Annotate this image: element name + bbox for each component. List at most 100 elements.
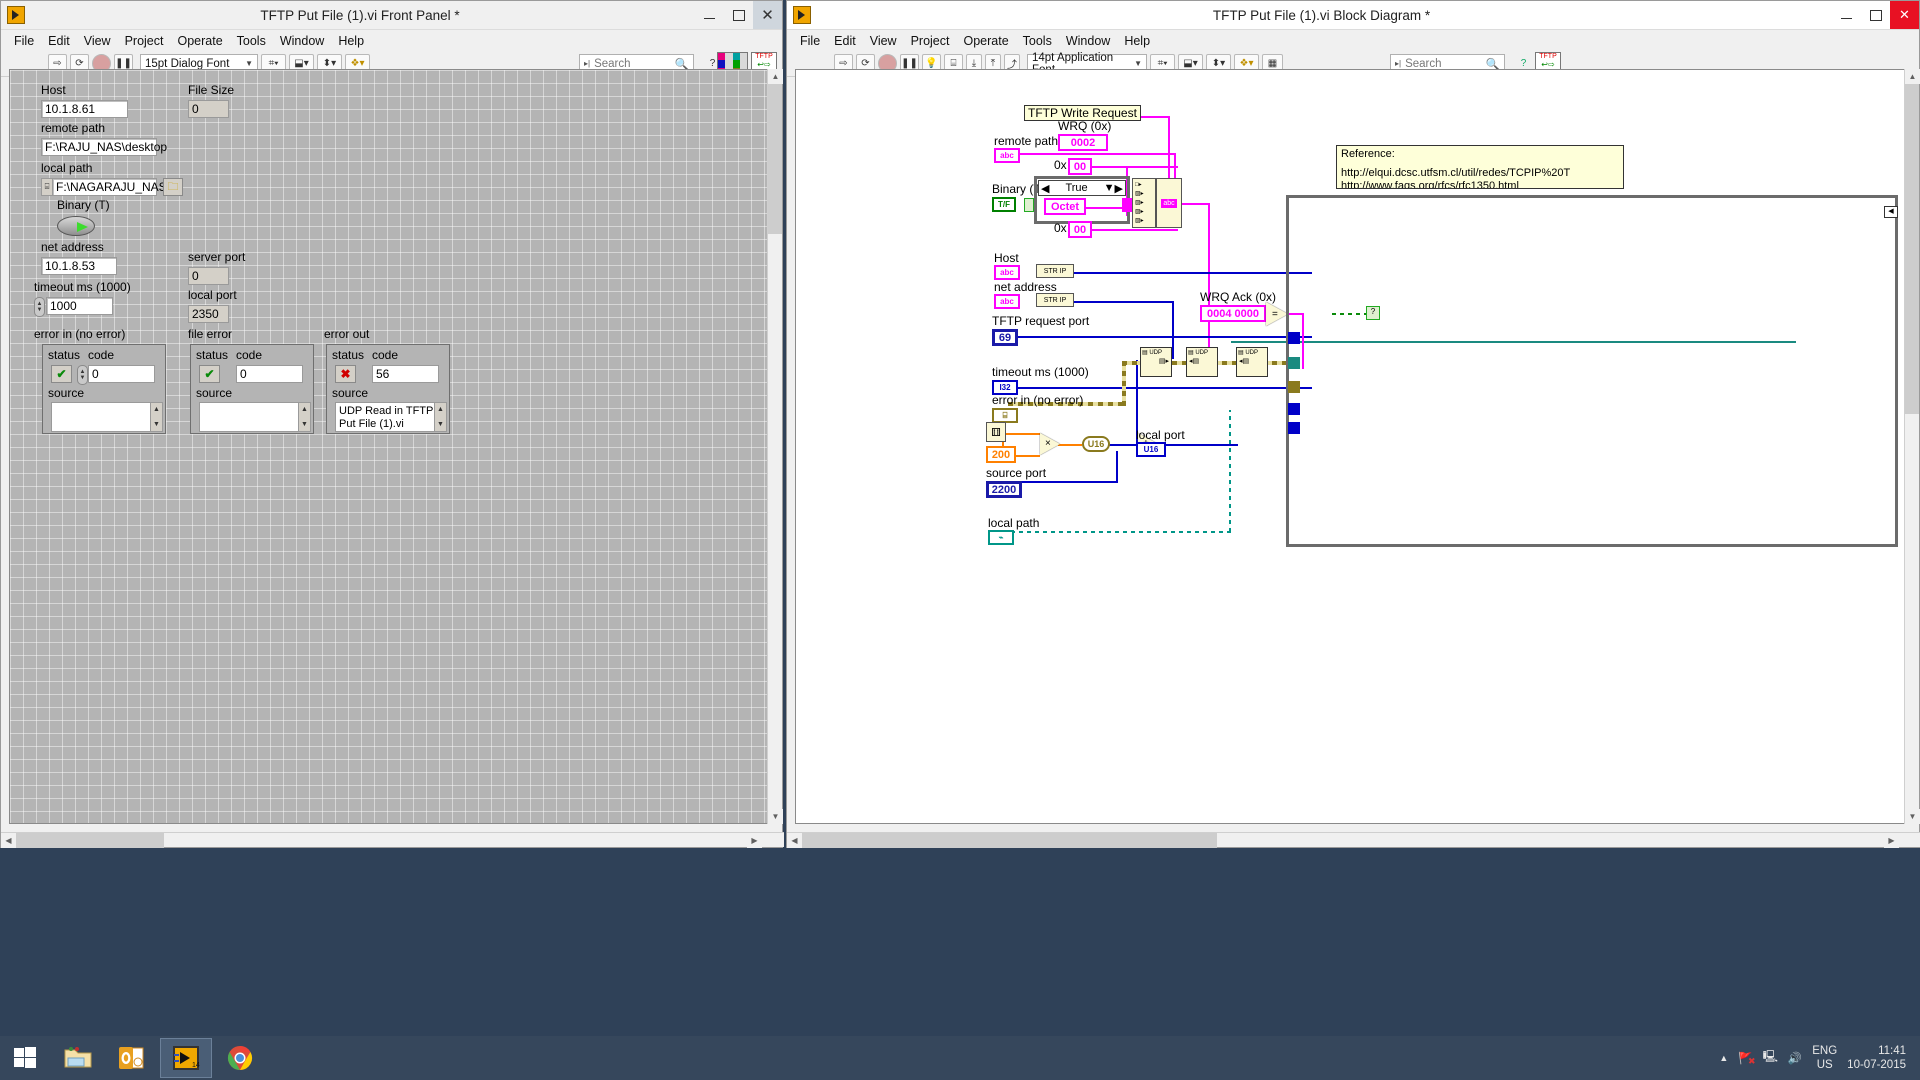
scroll-thumb[interactable] — [768, 84, 782, 234]
scroll-up-icon[interactable]: ▲ — [768, 69, 783, 84]
network-error-icon[interactable]: 🚩 ✖ — [1738, 1051, 1755, 1066]
concatenate-strings-node[interactable]: abc — [1156, 178, 1182, 228]
error-in-source-value[interactable]: ▲ ▼ — [51, 402, 163, 432]
menu-operate[interactable]: Operate — [170, 32, 229, 50]
error-out-source-scrollbar[interactable]: ▲ ▼ — [434, 403, 446, 431]
menu-edit[interactable]: Edit — [41, 32, 77, 50]
error-out-cluster[interactable]: status code ✖ 56 source UDP Read in TFTP… — [326, 344, 450, 434]
taskbar-item-labview[interactable]: 14 — [160, 1038, 212, 1078]
wrq-constant[interactable]: 0002 — [1058, 134, 1108, 151]
hex-constant-2[interactable]: 00 — [1068, 221, 1092, 238]
system-tray[interactable]: ▲ 🚩 ✖ 🖳 🔊 ENG US 11:41 10-07-2015 — [1719, 1044, 1920, 1072]
minimize-button[interactable] — [695, 1, 724, 29]
case-prev-arrow-icon[interactable]: ◀ — [1041, 182, 1049, 195]
scroll-left-icon[interactable]: ◀ — [1, 833, 16, 848]
udp-write-node[interactable]: ▤ UDP ◂▤ — [1186, 347, 1218, 377]
menu-edit[interactable]: Edit — [827, 32, 863, 50]
u16-conversion-node[interactable]: U16 — [1082, 436, 1110, 452]
block-diagram-window[interactable]: TFTP Put File (1).vi Block Diagram * ✕ F… — [786, 0, 1920, 848]
clock[interactable]: 11:41 10-07-2015 — [1847, 1044, 1906, 1072]
scroll-right-icon[interactable]: ▶ — [1884, 833, 1899, 848]
menu-window[interactable]: Window — [1059, 32, 1117, 50]
volume-icon[interactable]: 🔊 — [1788, 1051, 1802, 1065]
scroll-left-icon[interactable]: ◀ — [787, 833, 802, 848]
case-selector-header[interactable]: ◀ True ▼ ▶ — [1038, 180, 1126, 196]
front-panel-menubar[interactable]: File Edit View Project Operate Tools Win… — [1, 30, 782, 51]
error-out-source-value[interactable]: UDP Read in TFTP Put File (1).vi ▲ ▼ — [335, 402, 447, 432]
menu-project[interactable]: Project — [904, 32, 957, 50]
taskbar-item-chrome[interactable] — [214, 1038, 266, 1078]
scroll-thumb-h[interactable] — [16, 833, 164, 848]
block-diagram-canvas[interactable]: TFTP Write Request WRQ (0x) 0002 remote … — [795, 69, 1905, 824]
block-diagram-menubar[interactable]: File Edit View Project Operate Tools Win… — [787, 30, 1919, 51]
taskbar-item-outlook[interactable] — [106, 1038, 158, 1078]
scroll-right-icon[interactable]: ▶ — [747, 833, 762, 848]
binary-toggle[interactable] — [57, 216, 95, 236]
close-button[interactable]: ✕ — [753, 1, 782, 29]
reference-comment[interactable]: Reference: http://elqui.dcsc.utfsm.cl/ut… — [1336, 145, 1624, 189]
front-panel-vertical-scrollbar[interactable]: ▲ ▼ — [767, 69, 783, 824]
block-diagram-vertical-scrollbar[interactable]: ▲ ▼ — [1904, 69, 1920, 824]
local-port-terminal[interactable]: U16 — [1136, 442, 1166, 457]
timeout-input[interactable]: 1000 — [46, 297, 113, 315]
net-address-input[interactable]: 10.1.8.53 — [41, 257, 117, 275]
show-hidden-icons-icon[interactable]: ▲ — [1719, 1053, 1728, 1063]
udp-open-node[interactable]: ▤ UDP ▤▸ — [1140, 347, 1172, 377]
while-loop-structure[interactable] — [1286, 195, 1898, 547]
front-panel-horizontal-scrollbar[interactable]: ◀ ▶ — [1, 832, 784, 848]
menu-operate[interactable]: Operate — [956, 32, 1015, 50]
close-button[interactable]: ✕ — [1890, 1, 1919, 29]
maximize-button[interactable] — [1861, 1, 1890, 29]
block-diagram-titlebar[interactable]: TFTP Put File (1).vi Block Diagram * ✕ — [787, 1, 1919, 30]
file-error-cluster[interactable]: status code ✔ 0 source ▲ ▼ — [190, 344, 314, 434]
file-error-source-value[interactable]: ▲ ▼ — [199, 402, 311, 432]
front-panel-window-buttons[interactable]: ✕ — [695, 1, 782, 29]
taskbar-item-file-explorer[interactable] — [52, 1038, 104, 1078]
tftp-request-port-constant[interactable]: 69 — [992, 329, 1018, 346]
chevron-down-icon[interactable]: ▼ — [1104, 182, 1115, 194]
udp-read-node[interactable]: ▤ UDP ◂▤ — [1236, 347, 1268, 377]
host-terminal[interactable]: abc — [994, 265, 1020, 280]
maximize-button[interactable] — [724, 1, 753, 29]
case-next-arrow-icon[interactable]: ▶ — [1115, 182, 1123, 195]
loop-scroll-handle[interactable]: ◀ — [1884, 206, 1898, 218]
menu-file[interactable]: File — [7, 32, 41, 50]
menu-help[interactable]: Help — [1117, 32, 1157, 50]
build-array-node[interactable]: □▸ ▨▸ ▨▸ ▨▸ ▨▸ — [1132, 178, 1156, 228]
error-in-cluster[interactable]: status code ✔ ▲ ▼ 0 source ▲ ▼ — [42, 344, 166, 434]
remote-path-terminal[interactable]: abc — [994, 148, 1020, 163]
menu-window[interactable]: Window — [273, 32, 331, 50]
source-port-constant[interactable]: 2200 — [986, 481, 1022, 498]
minimize-button[interactable] — [1832, 1, 1861, 29]
local-path-terminal[interactable]: ⌁ — [988, 530, 1014, 545]
front-panel-window[interactable]: TFTP Put File (1).vi Front Panel * ✕ Fil… — [0, 0, 784, 848]
menu-tools[interactable]: Tools — [1016, 32, 1059, 50]
scroll-thumb[interactable] — [1905, 84, 1919, 414]
hex-constant-1[interactable]: 00 — [1068, 158, 1092, 175]
string-to-ip-node-1[interactable]: STR IP — [1036, 264, 1074, 278]
browse-folder-button[interactable]: 🗀 — [163, 178, 183, 196]
wrq-ack-constant[interactable]: 0004 0000 — [1200, 305, 1266, 322]
random-number-node[interactable]: ⚅ — [986, 422, 1006, 442]
net-address-terminal[interactable]: abc — [994, 294, 1020, 309]
string-to-ip-node-2[interactable]: STR IP — [1036, 293, 1074, 307]
local-path-input[interactable]: F:\NAGARAJU_NAS\ — [52, 178, 170, 196]
scroll-thumb-h[interactable] — [802, 833, 1217, 848]
language-indicator[interactable]: ENG US — [1812, 1044, 1837, 1072]
front-panel-canvas[interactable]: Host 10.1.8.61 File Size 0 remote path F… — [9, 69, 769, 824]
multiplier-constant[interactable]: 200 — [986, 446, 1016, 463]
monitor-icon[interactable]: 🖳 — [1763, 1049, 1778, 1068]
error-in-code-spinner[interactable]: ▲ ▼ — [77, 365, 88, 385]
menu-view[interactable]: View — [863, 32, 904, 50]
block-diagram-horizontal-scrollbar[interactable]: ◀ ▶ — [787, 832, 1920, 848]
scroll-up-icon[interactable]: ▲ — [1905, 69, 1920, 84]
octet-constant[interactable]: Octet — [1044, 198, 1086, 215]
menu-view[interactable]: View — [77, 32, 118, 50]
binary-terminal[interactable]: T/F — [992, 197, 1016, 212]
menu-project[interactable]: Project — [118, 32, 171, 50]
remote-path-input[interactable]: F:\RAJU_NAS\desktop — [41, 138, 167, 156]
menu-tools[interactable]: Tools — [230, 32, 273, 50]
menu-file[interactable]: File — [793, 32, 827, 50]
host-input[interactable]: 10.1.8.61 — [41, 100, 128, 118]
scroll-down-icon[interactable]: ▼ — [768, 809, 783, 824]
